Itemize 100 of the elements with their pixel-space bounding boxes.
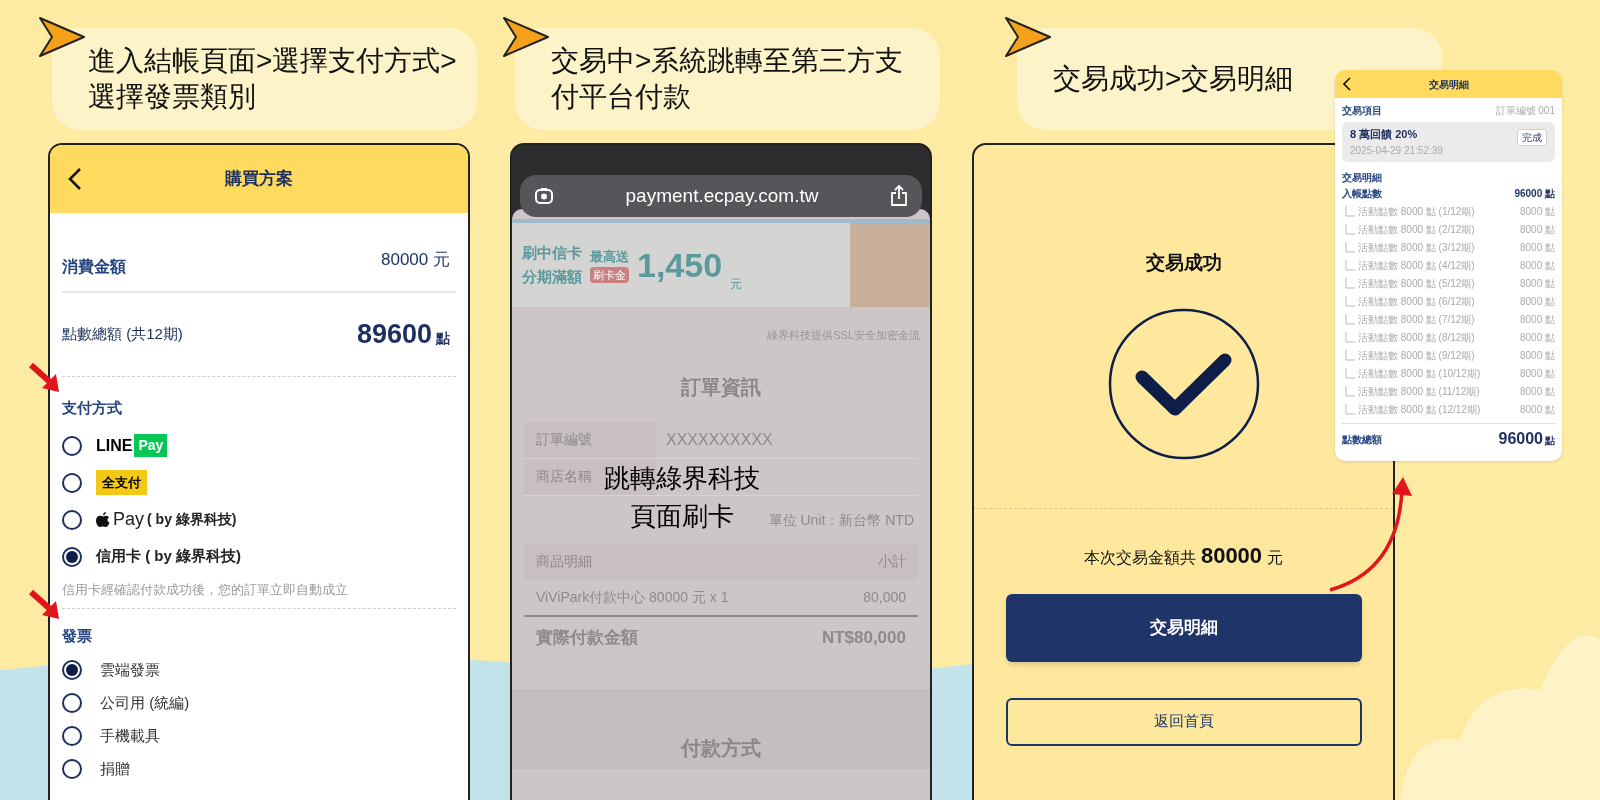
tree-line-icon: [1344, 331, 1356, 344]
chevron-icon: [502, 16, 550, 58]
banner-text: 最高送: [590, 248, 629, 266]
tree-line-icon: [1344, 367, 1356, 380]
pay-text: Pay: [113, 508, 145, 531]
step-text: 進入結帳頁面>選擇支付方式>選擇發票類別: [88, 44, 458, 114]
radio-button[interactable]: [62, 692, 82, 713]
table-cell-text: ViViPark付款中心 80000 元 x 1: [536, 587, 729, 607]
line-logo-text: LINE: [96, 435, 133, 456]
row-label: 活動點數 8000 點 (12/12期): [1358, 403, 1482, 417]
address-bar[interactable]: payment.ecpay.com.tw: [520, 175, 922, 217]
option-label: 信用卡 ( by 綠界科技): [96, 546, 241, 567]
banner-text: 分期滿額: [522, 267, 582, 287]
row-value: 8000 點: [1519, 295, 1555, 309]
back-icon: [1343, 77, 1351, 91]
banner-text: 刷中信卡: [522, 242, 582, 263]
section-title: 交易明細: [1342, 170, 1383, 185]
row-value: 8000 點: [1519, 349, 1555, 363]
radio-button[interactable]: [62, 725, 82, 746]
row-value: 8000 點: [1519, 205, 1555, 219]
amount-label: 消費金額: [62, 256, 126, 277]
tree-line-icon: [1344, 295, 1356, 308]
total-value: NT$80,000: [821, 626, 906, 649]
option-label: ( by 綠界科技): [147, 510, 237, 529]
radio-button[interactable]: [62, 546, 82, 567]
section-title: 付款方式: [681, 735, 761, 761]
row-label: 活動點數 8000 點 (10/12期): [1358, 367, 1482, 381]
share-icon: [890, 185, 908, 207]
apple-icon: [96, 511, 110, 528]
pay-badge: Pay: [134, 434, 168, 457]
order-number: 訂單編號 001: [1495, 103, 1555, 118]
row-value: 8000 點: [1519, 385, 1555, 399]
points-label: 點數總額 (共12期): [62, 323, 183, 344]
success-title: 交易成功: [1145, 251, 1222, 275]
section-title: 支付方式: [62, 397, 123, 418]
points-unit: 點: [436, 328, 450, 348]
row-value: 8000 點: [1519, 277, 1555, 291]
camera-icon: [534, 186, 554, 206]
section-title: 發票: [62, 625, 93, 646]
pxpay-logo: 全支付: [96, 469, 147, 496]
radio-button[interactable]: [62, 758, 82, 779]
option-label: 捐贈: [100, 758, 130, 779]
row-label: 活動點數 8000 點 (3/12期): [1358, 241, 1476, 255]
credited-value: 96000 點: [1514, 187, 1555, 201]
row-value: 8000 點: [1519, 223, 1555, 237]
row-value: 8000 點: [1519, 403, 1555, 417]
pointer-arrow: [28, 362, 62, 394]
radio-button[interactable]: [62, 435, 82, 456]
row-value: 8000 點: [1519, 241, 1555, 255]
banner-text: 1,450: [637, 244, 723, 286]
option-label: 雲端發票: [100, 659, 160, 680]
section-title: 交易項目: [1342, 103, 1382, 118]
row-label: 活動點數 8000 點 (5/12期): [1358, 277, 1476, 291]
points-value: 89600: [356, 317, 432, 351]
banner-text: 刷卡金: [590, 266, 629, 283]
row-label: 活動點數 8000 點 (11/12期): [1358, 385, 1481, 399]
header-title: 購買方案: [225, 168, 293, 191]
tree-line-icon: [1344, 205, 1356, 218]
card-date: 2025-04-29 21:52:39: [1350, 143, 1443, 158]
table-cell-text: 80,000: [863, 587, 906, 607]
banner-text: 元: [730, 276, 743, 293]
row-value: 8000 點: [1519, 367, 1555, 381]
tree-line-icon: [1344, 259, 1356, 272]
total-value: 96000: [1498, 429, 1543, 449]
row-value: 8000 點: [1519, 331, 1555, 345]
row-label: 活動點數 8000 點 (4/12期): [1358, 259, 1476, 273]
header-title: 交易明細: [1428, 77, 1469, 92]
pointer-arrow: [28, 589, 62, 621]
overlay-caption: 跳轉綠界科技 頁面刷卡: [604, 462, 760, 533]
option-label: 手機載具: [100, 725, 160, 746]
total-label: 點數總額: [1342, 432, 1382, 447]
tree-line-icon: [1344, 385, 1356, 398]
radio-button[interactable]: [62, 659, 82, 680]
row-label: 活動點數 8000 點 (1/12期): [1358, 205, 1476, 219]
unit-label: 單位 Unit：新台幣 NTD: [768, 510, 914, 530]
radio-button[interactable]: [62, 472, 82, 493]
action-button[interactable]: 交易明細: [1005, 593, 1362, 662]
tree-line-icon: [1344, 403, 1356, 416]
back-icon[interactable]: [68, 167, 82, 191]
row-label: 活動點數 8000 點 (9/12期): [1358, 349, 1476, 363]
tree-line-icon: [1344, 241, 1356, 254]
section-title: 訂單資訊: [680, 374, 762, 400]
credited-label: 入帳點數: [1342, 187, 1382, 201]
tree-line-icon: [1344, 277, 1356, 290]
url-text: payment.ecpay.com.tw: [624, 183, 820, 208]
tree-line-icon: [1344, 223, 1356, 236]
radio-button[interactable]: [62, 509, 82, 530]
table-cell-text: XXXXXXXXXX: [665, 429, 774, 450]
check-circle-icon: [1107, 307, 1260, 460]
action-button[interactable]: 返回首頁: [1005, 697, 1362, 746]
option-label: 公司用 (統編): [100, 692, 190, 713]
status-badge: 完成: [1517, 129, 1547, 146]
total-unit: 點: [1545, 434, 1555, 448]
row-label: 活動點數 8000 點 (2/12期): [1358, 223, 1476, 237]
amount-value: 80000 元: [381, 249, 450, 271]
row-label: 活動點數 8000 點 (7/12期): [1358, 313, 1476, 327]
total-label: 實際付款金額: [536, 626, 638, 649]
step-text: 交易中>系統跳轉至第三方支付平台付款: [551, 44, 905, 114]
tree-line-icon: [1344, 349, 1356, 362]
row-value: 8000 點: [1519, 259, 1555, 273]
